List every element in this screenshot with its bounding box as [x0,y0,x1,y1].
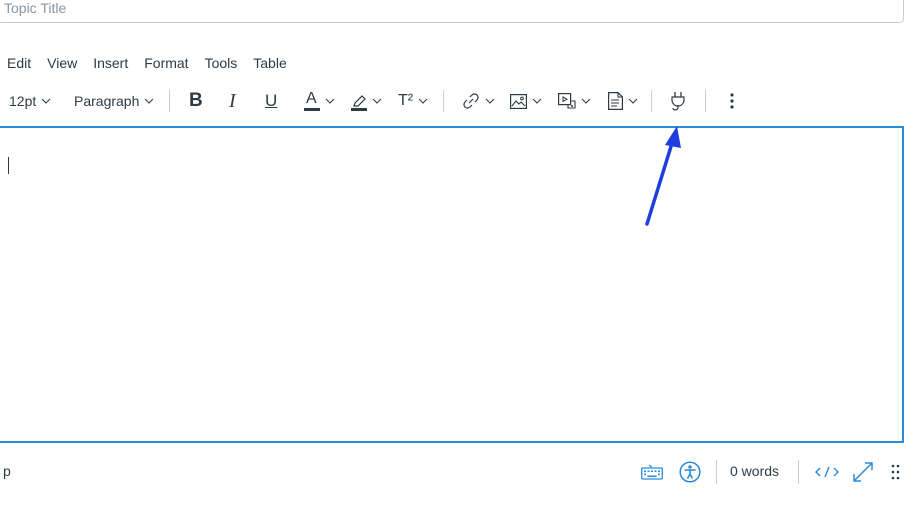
bold-button[interactable]: B [189,86,203,116]
more-icon [730,93,734,109]
statusbar-divider [716,460,717,484]
editor-toolbar: 12pt Paragraph B I U A T² [0,86,919,116]
link-button[interactable] [462,86,495,116]
html-editor-toggle[interactable] [814,459,840,485]
editor-menubar: Edit View Insert Format Tools Table [0,53,296,73]
bold-icon: B [189,90,203,111]
highlight-color-button[interactable] [351,86,382,116]
superscript-icon: T² [398,92,414,109]
toolbar-divider [705,90,706,112]
block-format-value: Paragraph [74,93,140,109]
plugin-icon [671,92,685,111]
html-code-icon [815,466,839,478]
word-count[interactable]: 0 words [730,463,779,479]
text-color-icon: A [304,90,320,112]
fullscreen-icon [853,462,873,482]
menu-table[interactable]: Table [253,53,286,73]
media-button[interactable] [558,86,591,116]
block-format-select[interactable]: Paragraph [74,86,154,116]
apps-plugin-button[interactable] [670,86,686,116]
fullscreen-button[interactable] [852,459,874,485]
chevron-down-icon [628,98,638,104]
media-icon [558,93,576,109]
chevron-down-icon [372,98,382,104]
italic-icon: I [229,89,236,112]
font-size-value: 12pt [9,93,37,109]
toolbar-divider [651,90,652,112]
menu-edit[interactable]: Edit [7,53,31,73]
resize-handle[interactable] [891,459,901,485]
keyboard-icon [641,464,663,480]
underline-button[interactable]: U [265,86,277,116]
menu-format[interactable]: Format [144,53,188,73]
chevron-down-icon [532,98,542,104]
menu-view[interactable]: View [47,53,77,73]
menu-tools[interactable]: Tools [205,53,238,73]
accessibility-icon [679,461,701,483]
menu-insert[interactable]: Insert [93,53,128,73]
topic-title-field[interactable] [0,0,904,23]
keyboard-shortcuts-button[interactable] [641,459,663,485]
text-caret [8,157,9,174]
chevron-down-icon [581,98,591,104]
document-button[interactable] [608,86,638,116]
font-size-select[interactable]: 12pt [9,86,51,116]
underline-icon: U [265,91,278,110]
link-icon [463,93,479,109]
resize-grip-icon [891,464,900,480]
more-options-button[interactable] [727,86,737,116]
element-path[interactable]: p [3,463,11,479]
chevron-down-icon [418,98,428,104]
chevron-down-icon [41,98,51,104]
image-button[interactable] [510,86,542,116]
statusbar-divider [798,460,799,484]
editor-statusbar: p 0 words [0,455,919,489]
chevron-down-icon [325,98,335,104]
italic-button[interactable]: I [229,86,236,116]
rich-text-editor-area[interactable] [0,126,904,443]
toolbar-divider [443,90,444,112]
text-color-button[interactable]: A [304,86,335,116]
document-icon [608,92,623,110]
topic-title-input[interactable] [0,0,903,22]
superscript-button[interactable]: T² [398,86,428,116]
image-icon [510,93,527,109]
chevron-down-icon [145,98,154,104]
chevron-down-icon [485,98,495,104]
accessibility-checker-button[interactable] [679,459,701,485]
toolbar-divider [169,90,170,112]
highlight-icon [351,95,367,111]
